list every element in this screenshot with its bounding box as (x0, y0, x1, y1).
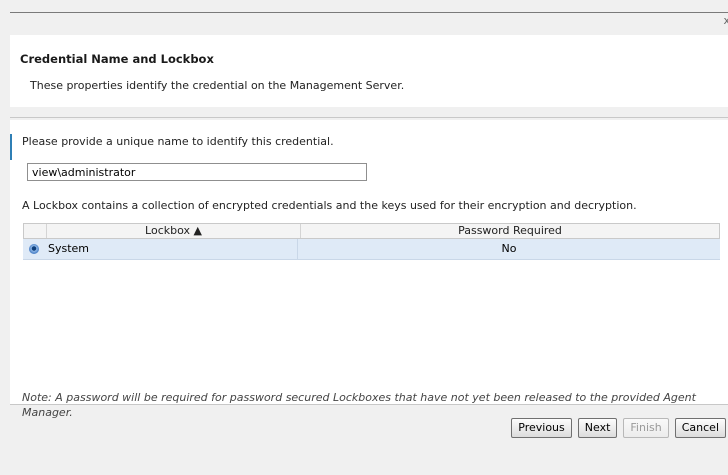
wizard-content: Please provide a unique name to identify… (10, 120, 728, 419)
column-header-password-required[interactable]: Password Required (301, 224, 719, 238)
wizard-header: Credential Name and Lockbox These proper… (10, 35, 728, 107)
focus-marker (10, 134, 12, 160)
radio-selected-icon[interactable] (29, 244, 39, 254)
previous-button[interactable]: Previous (511, 418, 572, 438)
column-header-lockbox[interactable]: Lockbox ▲ (47, 224, 301, 238)
window-top-border (10, 12, 728, 13)
header-divider (10, 117, 728, 118)
credential-name-input[interactable] (27, 163, 367, 181)
name-prompt-label: Please provide a unique name to identify… (22, 135, 334, 148)
table-header: Lockbox ▲ Password Required (23, 223, 720, 239)
password-required-cell: No (501, 242, 517, 255)
lockbox-info-text: A Lockbox contains a collection of encry… (22, 199, 637, 212)
footer-divider (10, 404, 728, 405)
lockbox-note: Note: A password will be required for pa… (22, 391, 696, 419)
close-icon[interactable]: x (723, 14, 728, 27)
page-description: These properties identify the credential… (30, 79, 405, 92)
cancel-button[interactable]: Cancel (674, 418, 726, 438)
table-row[interactable]: System No (23, 239, 720, 260)
wizard-button-bar: Previous Next Finish Cancel (511, 418, 726, 438)
row-select-cell[interactable] (23, 239, 45, 259)
page-title: Credential Name and Lockbox (20, 52, 214, 66)
lockbox-table: Lockbox ▲ Password Required System No (23, 223, 720, 260)
lockbox-name-cell: System (45, 239, 298, 259)
next-button[interactable]: Next (577, 418, 618, 438)
finish-button: Finish (623, 418, 669, 438)
column-header-select (24, 224, 47, 238)
